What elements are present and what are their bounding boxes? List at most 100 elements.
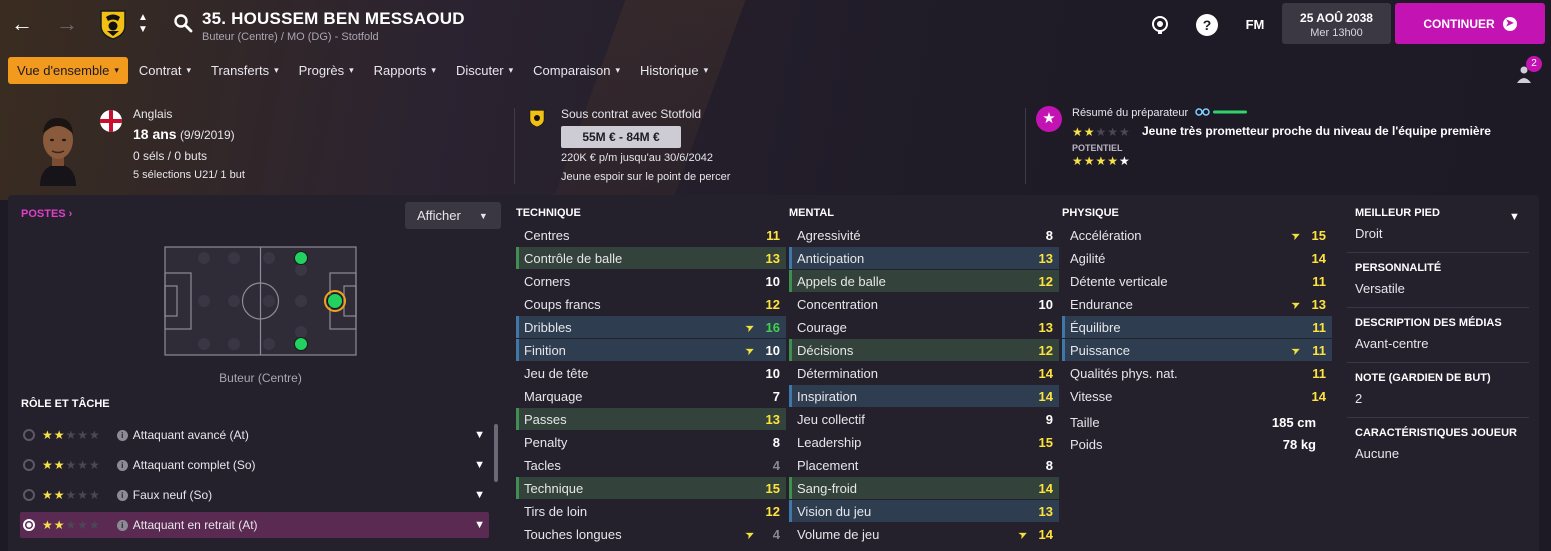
role-radio[interactable] (23, 459, 35, 471)
forward-arrow-icon[interactable]: → (55, 12, 79, 36)
mental-attribute-row[interactable]: Anticipation 13 (789, 247, 1059, 269)
role-row[interactable]: ★★★★★ i Attaquant complet (So) ▼ (20, 452, 489, 478)
mental-attribute-row[interactable]: Sang-froid 14 (789, 477, 1059, 499)
technique-attribute-row[interactable]: Technique 15 (516, 477, 786, 499)
physique-attribute-row[interactable]: Agilité 14 (1062, 247, 1332, 269)
menu-item[interactable]: Contrat ▾ (130, 57, 200, 84)
club-badge-icon[interactable] (98, 8, 128, 40)
technique-attribute-row[interactable]: Tirs de loin 12 (516, 500, 786, 522)
technique-attribute-row[interactable]: Coups francs 12 (516, 293, 786, 315)
physique-attribute-row[interactable]: Qualités phys. nat. 11 (1062, 362, 1332, 384)
menu-item-label: Contrat (138, 63, 182, 78)
physique-attribute-row[interactable]: Équilibre 11 (1062, 316, 1332, 338)
help-icon[interactable]: ? (1196, 14, 1218, 36)
mental-attribute-row[interactable]: Volume de jeu ➤ 14 (789, 523, 1059, 545)
menu-item[interactable]: Historique ▾ (631, 57, 717, 84)
role-radio[interactable] (23, 429, 35, 441)
detail-value: Versatile (1355, 281, 1405, 296)
info-icon[interactable]: i (116, 459, 128, 471)
physique-attribute-row[interactable]: Endurance ➤ 13 (1062, 293, 1332, 315)
menu-item[interactable]: Discuter ▾ (447, 57, 522, 84)
positions-link[interactable]: POSTES › (21, 208, 72, 220)
club-info-icon[interactable] (1149, 14, 1171, 36)
attribute-value: 8 (1045, 227, 1053, 243)
technique-attribute-row[interactable]: Marquage 7 (516, 385, 786, 407)
role-row[interactable]: ★★★★★ i Attaquant avancé (At) ▼ (20, 422, 489, 448)
mental-attribute-row[interactable]: Vision du jeu 13 (789, 500, 1059, 522)
detail-title: CARACTÉRISTIQUES JOUEUR (1355, 427, 1517, 439)
mental-attribute-row[interactable]: Concentration 10 (789, 293, 1059, 315)
technique-attribute-row[interactable]: Tacles 4 (516, 454, 786, 476)
club-switch-icon[interactable]: ▲ ▼ (136, 12, 150, 36)
mental-attribute-row[interactable]: Décisions 12 (789, 339, 1059, 361)
mental-attribute-row[interactable]: Jeu collectif 9 (789, 408, 1059, 430)
technique-attribute-row[interactable]: Centres 11 (516, 224, 786, 246)
chevron-down-icon[interactable]: ▼ (474, 489, 485, 501)
back-arrow-icon[interactable]: ← (10, 12, 34, 36)
mental-attribute-row[interactable]: Agressivité 8 (789, 224, 1059, 246)
mental-attribute-row[interactable]: Courage 13 (789, 316, 1059, 338)
attribute-name: Vision du jeu (797, 503, 872, 519)
attribute-name: Agressivité (797, 227, 861, 243)
attribute-name: Concentration (797, 296, 878, 312)
technique-attribute-row[interactable]: Contrôle de balle 13 (516, 247, 786, 269)
notifications-button[interactable]: 2 (1514, 56, 1544, 83)
roles-scrollbar[interactable] (494, 424, 498, 482)
info-icon[interactable]: i (116, 489, 128, 501)
technique-attribute-row[interactable]: Passes 13 (516, 408, 786, 430)
attribute-name: Placement (797, 457, 859, 473)
menu-item[interactable]: Rapports ▾ (365, 57, 445, 84)
mental-attribute-row[interactable]: Placement 8 (789, 454, 1059, 476)
info-icon[interactable]: i (116, 429, 128, 441)
detail-title: NOTE (GARDIEN DE BUT) (1355, 372, 1491, 384)
technique-attribute-row[interactable]: Penalty 8 (516, 431, 786, 453)
physique-attribute-row[interactable]: Puissance ➤ 11 (1062, 339, 1332, 361)
physique-attribute-row[interactable]: Accélération ➤ 15 (1062, 224, 1332, 246)
mental-attribute-row[interactable]: Inspiration 14 (789, 385, 1059, 407)
chevron-down-icon[interactable]: ▼ (474, 519, 485, 531)
fm-menu-button[interactable]: FM (1243, 14, 1267, 36)
technique-attribute-row[interactable]: Jeu de tête 10 (516, 362, 786, 384)
mental-attribute-row[interactable]: Leadership 15 (789, 431, 1059, 453)
role-row[interactable]: ★★★★★ i Faux neuf (So) ▼ (20, 482, 489, 508)
date-display[interactable]: 25 AOÛ 2038 Mer 13h00 (1282, 3, 1391, 44)
technique-attribute-row[interactable]: Touches longues ➤ 4 (516, 523, 786, 545)
detail-value: 2 (1355, 391, 1363, 406)
role-stars: ★★★★★ (42, 488, 101, 502)
role-radio[interactable] (23, 519, 35, 531)
technique-attribute-row[interactable]: Corners 10 (516, 270, 786, 292)
mental-attribute-row[interactable]: Appels de balle 12 (789, 270, 1059, 292)
attribute-value: 13 (1038, 250, 1053, 266)
technique-attribute-row[interactable]: Dribbles ➤ 16 (516, 316, 786, 338)
continue-button[interactable]: CONTINUER ➤ (1395, 3, 1545, 44)
menu-item[interactable]: Vue d'ensemble ▾ (8, 57, 128, 84)
role-row[interactable]: ★★★★★ i Attaquant en retrait (At) ▼ (20, 512, 489, 538)
technique-attribute-row[interactable]: Finition ➤ 10 (516, 339, 786, 361)
potential-stars: ★★★★★ (1072, 154, 1131, 168)
info-icon[interactable]: i (116, 519, 128, 531)
menu-item[interactable]: Transferts ▾ (202, 57, 288, 84)
chevron-down-icon[interactable]: ▼ (1509, 211, 1520, 223)
menu-item-label: Historique (640, 63, 699, 78)
attribute-name: Décisions (797, 342, 854, 358)
menu-item[interactable]: Progrès ▾ (290, 57, 363, 84)
trend-arrow-icon: ➤ (1016, 527, 1030, 542)
transfer-value[interactable]: 55M € - 84M € (561, 126, 681, 148)
search-icon[interactable] (173, 13, 193, 33)
position-pitch (164, 246, 357, 356)
role-radio[interactable] (23, 489, 35, 501)
attribute-name: Corners (524, 273, 571, 289)
mental-attribute-row[interactable]: Détermination 14 (789, 362, 1059, 384)
role-stars: ★★★★★ (42, 428, 101, 442)
attribute-name: Finition (524, 342, 566, 358)
show-dropdown[interactable]: Afficher ▼ (405, 202, 501, 229)
menu-item-label: Vue d'ensemble (17, 63, 110, 78)
menu-item-label: Progrès (298, 63, 345, 78)
physique-attribute-row[interactable]: Détente verticale 11 (1062, 270, 1332, 292)
role-label: Attaquant en retrait (At) (132, 518, 258, 532)
menu-item[interactable]: Comparaison ▾ (524, 57, 629, 84)
chevron-down-icon[interactable]: ▼ (474, 429, 485, 441)
physique-attribute-row[interactable]: Vitesse 14 (1062, 385, 1332, 407)
chevron-down-icon[interactable]: ▼ (474, 459, 485, 471)
menu-item-label: Rapports (373, 63, 427, 78)
